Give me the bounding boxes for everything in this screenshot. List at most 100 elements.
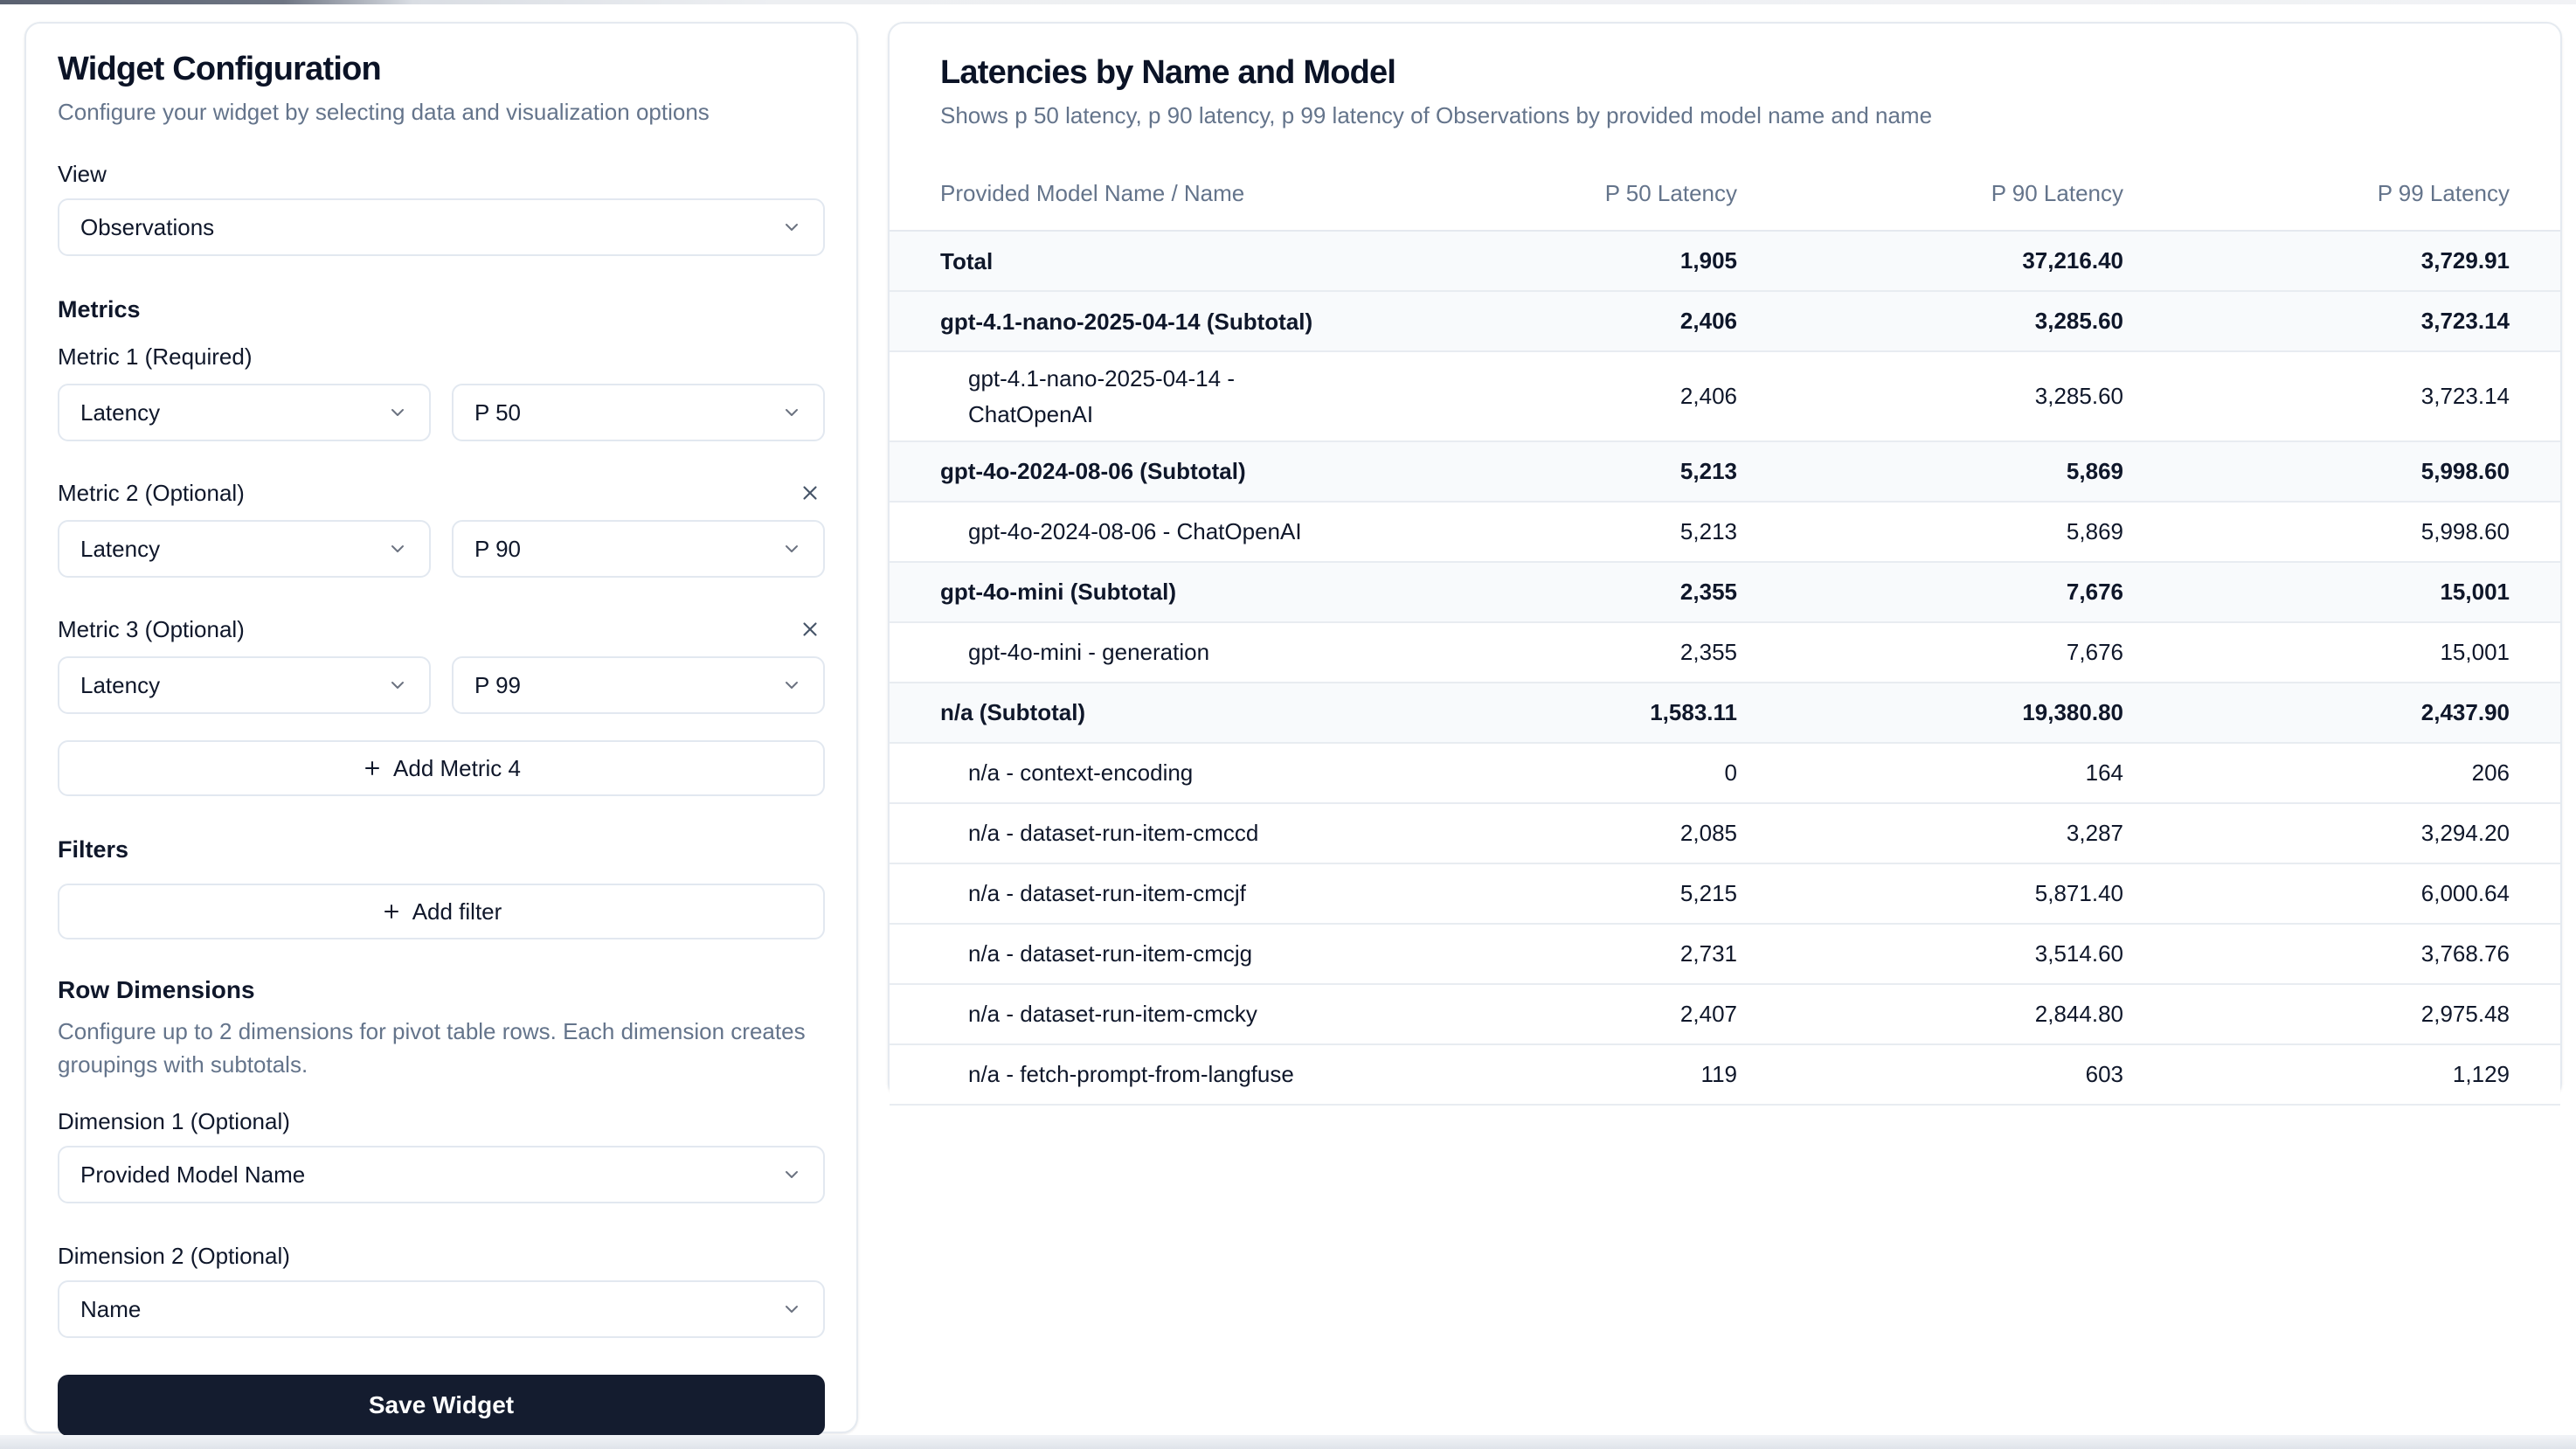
row-p50-value: 2,731 [1351, 940, 1737, 967]
row-name: n/a - dataset-run-item-cmcky [940, 996, 1351, 1031]
row-p50-value: 2,406 [1351, 383, 1737, 410]
row-p50-value: 2,085 [1351, 820, 1737, 847]
filters-heading: Filters [58, 836, 825, 863]
chevron-down-icon [781, 1164, 802, 1185]
row-p99-value: 3,723.14 [2123, 308, 2510, 335]
chevron-down-icon [781, 1299, 802, 1320]
row-p50-value: 119 [1351, 1061, 1737, 1088]
metric-2-measure-value: Latency [80, 536, 160, 563]
row-name: Total [940, 244, 1351, 279]
row-p50-value: 2,406 [1351, 308, 1737, 335]
table-header-row: Provided Model Name / Name P 50 Latency … [890, 162, 2560, 232]
table-row: gpt-4o-mini (Subtotal) 2,355 7,676 15,00… [890, 563, 2560, 623]
table-row: gpt-4o-2024-08-06 (Subtotal) 5,213 5,869… [890, 442, 2560, 503]
row-p90-value: 7,676 [1737, 639, 2123, 666]
column-header-p90: P 90 Latency [1737, 180, 2123, 207]
metric-1-label: Metric 1 (Required) [58, 344, 253, 369]
preview-subtitle: Shows p 50 latency, p 90 latency, p 99 l… [940, 102, 2510, 128]
row-p99-value: 2,975.48 [2123, 1001, 2510, 1028]
chevron-down-icon [387, 402, 408, 423]
metric-2-aggregation-value: P 90 [474, 536, 521, 563]
row-p90-value: 37,216.40 [1737, 247, 2123, 274]
table-row: n/a - dataset-run-item-cmcky 2,407 2,844… [890, 985, 2560, 1045]
chevron-down-icon [781, 402, 802, 423]
table-row: Total 1,905 37,216.40 3,729.91 [890, 232, 2560, 292]
row-p90-value: 603 [1737, 1061, 2123, 1088]
column-header-p99: P 99 Latency [2123, 180, 2510, 207]
metric-2-label: Metric 2 (Optional) [58, 481, 245, 505]
metric-3-measure-value: Latency [80, 672, 160, 699]
row-name: gpt-4.1-nano-2025-04-14 - ChatOpenAI [940, 361, 1351, 432]
table-row: n/a (Subtotal) 1,583.11 19,380.80 2,437.… [890, 683, 2560, 744]
row-name: gpt-4o-2024-08-06 (Subtotal) [940, 454, 1351, 489]
row-p99-value: 5,998.60 [2123, 458, 2510, 485]
row-name: gpt-4.1-nano-2025-04-14 (Subtotal) [940, 304, 1351, 339]
metric-2-block: Metric 2 (Optional) Latency P 90 [58, 480, 825, 578]
plus-icon [362, 758, 383, 779]
view-select-value: Observations [80, 214, 214, 241]
window-top-edge [0, 0, 2576, 4]
remove-metric-3-button[interactable] [795, 614, 825, 644]
dimension-1-label: Dimension 1 (Optional) [58, 1109, 825, 1134]
metric-3-block: Metric 3 (Optional) Latency P 99 [58, 616, 825, 714]
row-dimensions-description: Configure up to 2 dimensions for pivot t… [58, 1015, 825, 1081]
table-body: Total 1,905 37,216.40 3,729.91 gpt-4.1-n… [940, 232, 2510, 1106]
dimension-1-block: Dimension 1 (Optional) Provided Model Na… [58, 1109, 825, 1203]
row-p50-value: 2,407 [1351, 1001, 1737, 1028]
view-select[interactable]: Observations [58, 198, 825, 256]
row-p90-value: 5,869 [1737, 518, 2123, 545]
row-p99-value: 15,001 [2123, 579, 2510, 606]
preview-title: Latencies by Name and Model [940, 53, 2510, 92]
dimension-1-select[interactable]: Provided Model Name [58, 1146, 825, 1203]
row-p99-value: 206 [2123, 759, 2510, 787]
table-row: gpt-4o-mini - generation 2,355 7,676 15,… [890, 623, 2560, 683]
row-p50-value: 5,213 [1351, 458, 1737, 485]
row-p90-value: 7,676 [1737, 579, 2123, 606]
chevron-down-icon [781, 538, 802, 559]
metric-2-aggregation-select[interactable]: P 90 [452, 520, 825, 578]
metric-1-aggregation-select[interactable]: P 50 [452, 384, 825, 441]
config-panel-title: Widget Configuration [58, 50, 825, 88]
save-widget-button[interactable]: Save Widget [58, 1375, 825, 1436]
row-name: gpt-4o-2024-08-06 - ChatOpenAI [940, 514, 1351, 549]
table-row: gpt-4.1-nano-2025-04-14 (Subtotal) 2,406… [890, 292, 2560, 352]
close-icon [799, 618, 821, 641]
add-filter-label: Add filter [412, 898, 502, 926]
row-p50-value: 0 [1351, 759, 1737, 787]
row-p90-value: 19,380.80 [1737, 699, 2123, 726]
dimension-2-value: Name [80, 1296, 141, 1323]
window-bottom-edge [0, 1435, 2576, 1449]
row-name: n/a - fetch-prompt-from-langfuse [940, 1057, 1351, 1092]
row-p50-value: 1,905 [1351, 247, 1737, 274]
metric-1-measure-select[interactable]: Latency [58, 384, 431, 441]
metric-3-label: Metric 3 (Optional) [58, 617, 245, 641]
table-row: n/a - dataset-run-item-cmcjf 5,215 5,871… [890, 864, 2560, 925]
row-dimensions-heading: Row Dimensions [58, 976, 825, 1004]
view-label: View [58, 162, 825, 186]
chevron-down-icon [387, 538, 408, 559]
row-p50-value: 2,355 [1351, 579, 1737, 606]
row-p99-value: 15,001 [2123, 639, 2510, 666]
table-row: n/a - context-encoding 0 164 206 [890, 744, 2560, 804]
dimension-1-value: Provided Model Name [80, 1161, 305, 1189]
row-p90-value: 3,514.60 [1737, 940, 2123, 967]
dimension-2-select[interactable]: Name [58, 1280, 825, 1338]
add-metric-button[interactable]: Add Metric 4 [58, 740, 825, 796]
metric-3-measure-select[interactable]: Latency [58, 656, 431, 714]
row-p90-value: 164 [1737, 759, 2123, 787]
row-p99-value: 1,129 [2123, 1061, 2510, 1088]
remove-metric-2-button[interactable] [795, 478, 825, 508]
row-p90-value: 5,871.40 [1737, 880, 2123, 907]
row-p99-value: 6,000.64 [2123, 880, 2510, 907]
add-filter-button[interactable]: Add filter [58, 884, 825, 939]
row-name: gpt-4o-mini (Subtotal) [940, 574, 1351, 609]
metric-2-measure-select[interactable]: Latency [58, 520, 431, 578]
metric-3-aggregation-select[interactable]: P 99 [452, 656, 825, 714]
metric-1-block: Metric 1 (Required) Latency P 50 [58, 343, 825, 441]
row-p99-value: 3,729.91 [2123, 247, 2510, 274]
row-p99-value: 3,294.20 [2123, 820, 2510, 847]
metrics-heading: Metrics [58, 296, 825, 322]
dimension-2-label: Dimension 2 (Optional) [58, 1244, 825, 1268]
row-p50-value: 1,583.11 [1351, 699, 1737, 726]
row-p90-value: 2,844.80 [1737, 1001, 2123, 1028]
